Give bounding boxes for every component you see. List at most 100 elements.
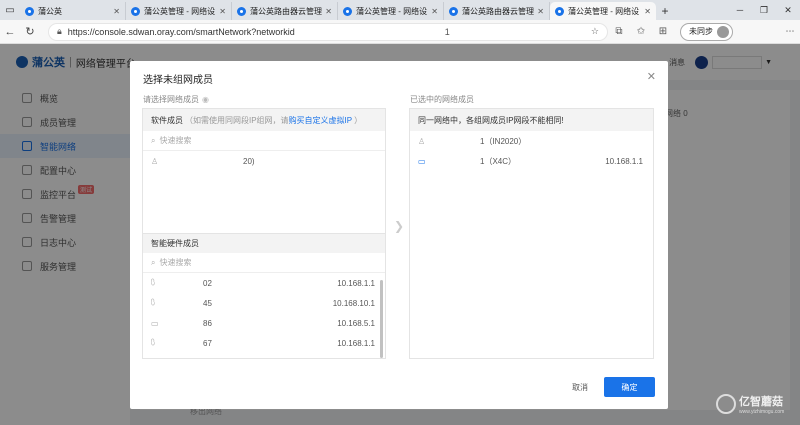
hardware-search-input[interactable]: ⌕ 快速搜索 — [143, 253, 385, 273]
hardware-member-row[interactable]: ▭ 86 10.168.5.1 — [143, 313, 385, 333]
site-favicon-icon — [237, 6, 246, 16]
browser-tab-6-active[interactable]: 蒲公英管理 - 网络设 ✕ — [550, 2, 656, 20]
collections-icon[interactable]: ⊞ — [652, 26, 674, 37]
avatar-icon — [717, 25, 729, 38]
tab-title: 蒲公英路由器云管理 — [462, 6, 534, 16]
chevron-right-icon[interactable]: ❯ — [394, 219, 404, 233]
hardware-members-header: 智能硬件成员 — [143, 233, 385, 253]
eye-icon[interactable]: ◉ — [202, 95, 209, 104]
router-icon: ⩇ — [151, 278, 155, 287]
browser-tab-3[interactable]: 蒲公英路由器云管理 ✕ — [232, 2, 338, 20]
minimize-icon[interactable]: ─ — [728, 0, 752, 20]
software-member-row[interactable]: ♙ 20) — [143, 151, 385, 171]
software-search-input[interactable]: ⌕ 快速搜索 — [143, 131, 385, 151]
watermark-text: 亿智蘑菇 — [739, 396, 783, 408]
selected-members-header: 同一网络中，各组网成员IP网段不能相同! — [410, 109, 653, 131]
member-ip: 10.168.5.1 — [337, 318, 375, 328]
hardware-member-row[interactable]: ⩇ 67 10.168.1.1 — [143, 333, 385, 353]
browser-tab-4[interactable]: 蒲公英管理 - 网络设 ✕ — [338, 2, 444, 20]
software-hint-end: ） — [354, 115, 363, 125]
close-tab-icon[interactable]: ✕ — [644, 7, 651, 16]
profile-button[interactable]: 未同步 — [680, 22, 733, 41]
tab-title: 蒲公英管理 - 网络设 — [568, 6, 640, 16]
cancel-button[interactable]: 取消 — [565, 378, 595, 396]
site-favicon-icon — [449, 6, 458, 16]
hardware-member-row[interactable]: ⩇ 45 10.168.10.1 — [143, 293, 385, 313]
close-tab-icon[interactable]: ✕ — [431, 7, 438, 16]
site-favicon-icon — [25, 6, 34, 16]
member-ip: 10.168.1.1 — [605, 156, 643, 166]
tab-title: 蒲公英管理 - 网络设 — [356, 6, 428, 16]
lock-icon: 🔒︎ — [57, 26, 62, 36]
address-toolbar: ← ↻ 🔒︎ https://console.sdwan.oray.com/sm… — [0, 20, 800, 44]
search-placeholder: 快速搜索 — [159, 258, 192, 267]
selected-member-row[interactable]: ♙ 1（IN2020） — [410, 131, 653, 151]
split-screen-icon[interactable]: ⧉ — [608, 26, 630, 37]
site-favicon-icon — [131, 6, 140, 16]
watermark-icon — [716, 394, 736, 414]
router-icon: ⩇ — [151, 298, 155, 307]
device-icon: ▭ — [151, 318, 159, 328]
tab-title: 蒲公英路由器云管理 — [250, 6, 322, 16]
search-placeholder: 快速搜索 — [159, 136, 192, 145]
left-label-text: 请选择网络成员 — [143, 95, 199, 104]
selected-members-panel: 同一网络中，各组网成员IP网段不能相同! ♙ 1（IN2020） ▭ 1（X4C） 1… — [409, 108, 654, 359]
close-window-icon[interactable]: ✕ — [776, 0, 800, 20]
member-name: 1（X4C） — [480, 156, 517, 166]
more-menu-icon[interactable]: ⋯ — [780, 26, 800, 37]
member-name: 1（IN2020） — [480, 136, 527, 146]
browser-tab-2[interactable]: 蒲公英管理 - 网络设 ✕ — [126, 2, 232, 20]
software-list-space — [143, 171, 385, 233]
new-tab-icon[interactable]: + — [656, 2, 674, 20]
member-ip: 10.168.10.1 — [332, 298, 375, 308]
software-hint: （如需使用同网段IP组网，请 — [185, 115, 289, 125]
watermark-logo: 亿智蘑菇 www.yizhimogu.com — [716, 393, 784, 415]
url-text: https://console.sdwan.oray.com/smartNetw… — [67, 26, 295, 37]
tab-title: 蒲公英 — [38, 6, 62, 16]
address-bar[interactable]: 🔒︎ https://console.sdwan.oray.com/smartN… — [48, 22, 608, 41]
favorite-star-icon[interactable]: ☆ — [591, 26, 599, 37]
user-icon: ♙ — [151, 156, 159, 166]
member-name: 67 — [203, 338, 212, 348]
window-controls: ─ ❐ ✕ — [728, 0, 800, 20]
refresh-icon[interactable]: ↻ — [20, 25, 40, 38]
back-icon[interactable]: ← — [0, 26, 20, 38]
site-favicon-icon — [343, 6, 352, 16]
software-header-label: 软件成员 — [151, 115, 183, 125]
member-name: 45 — [203, 298, 212, 308]
close-icon[interactable]: ✕ — [647, 70, 656, 83]
member-ip: 10.168.1.1 — [337, 278, 375, 288]
window-menu-icon[interactable]: ▭ — [0, 0, 20, 20]
close-tab-icon[interactable]: ✕ — [537, 7, 544, 16]
member-ip: 10.168.1.1 — [337, 338, 375, 348]
selected-member-row[interactable]: ▭ 1（X4C） 10.168.1.1 — [410, 151, 653, 171]
member-name: 02 — [203, 278, 212, 288]
hardware-member-row[interactable]: ⩇ 02 10.168.1.1 — [143, 273, 385, 293]
browser-tab-5[interactable]: 蒲公英路由器云管理 ✕ — [444, 2, 550, 20]
site-favicon-icon — [555, 6, 564, 16]
buy-virtual-ip-link[interactable]: 购买自定义虚拟IP — [289, 115, 353, 126]
available-members-panel: 软件成员 （如需使用同网段IP组网，请 购买自定义虚拟IP ） ⌕ 快速搜索 ♙ 2… — [142, 108, 386, 359]
device-icon: ▭ — [418, 156, 426, 166]
close-tab-icon[interactable]: ✕ — [219, 7, 226, 16]
select-members-modal: 选择未组网成员 ✕ 请选择网络成员 ◉ 已选中的网络成员 软件成员 （如需使用同网… — [130, 61, 668, 409]
favorites-icon[interactable]: ✩ — [630, 26, 652, 37]
router-icon: ⩇ — [151, 338, 155, 347]
user-icon: ♙ — [418, 136, 426, 146]
tab-title: 蒲公英管理 - 网络设 — [144, 6, 216, 16]
software-members-header: 软件成员 （如需使用同网段IP组网，请 购买自定义虚拟IP ） — [143, 109, 385, 131]
restore-icon[interactable]: ❐ — [752, 0, 776, 20]
left-section-label: 请选择网络成员 ◉ — [143, 94, 209, 105]
close-tab-icon[interactable]: ✕ — [113, 7, 120, 16]
search-icon: ⌕ — [151, 257, 156, 267]
browser-tab-1[interactable]: 蒲公英 ✕ — [20, 2, 126, 20]
profile-label: 未同步 — [689, 27, 713, 36]
browser-tabbar: ▭ 蒲公英 ✕ 蒲公英管理 - 网络设 ✕ 蒲公英路由器云管理 ✕ 蒲公英管理 - 网… — [0, 0, 800, 20]
url-cursor: 1 — [444, 26, 450, 37]
confirm-button[interactable]: 确定 — [604, 377, 655, 397]
right-section-label: 已选中的网络成员 — [410, 95, 474, 104]
member-name: 86 — [203, 318, 212, 328]
close-tab-icon[interactable]: ✕ — [325, 7, 332, 16]
list-scrollbar[interactable] — [380, 280, 383, 358]
search-icon: ⌕ — [151, 135, 156, 145]
